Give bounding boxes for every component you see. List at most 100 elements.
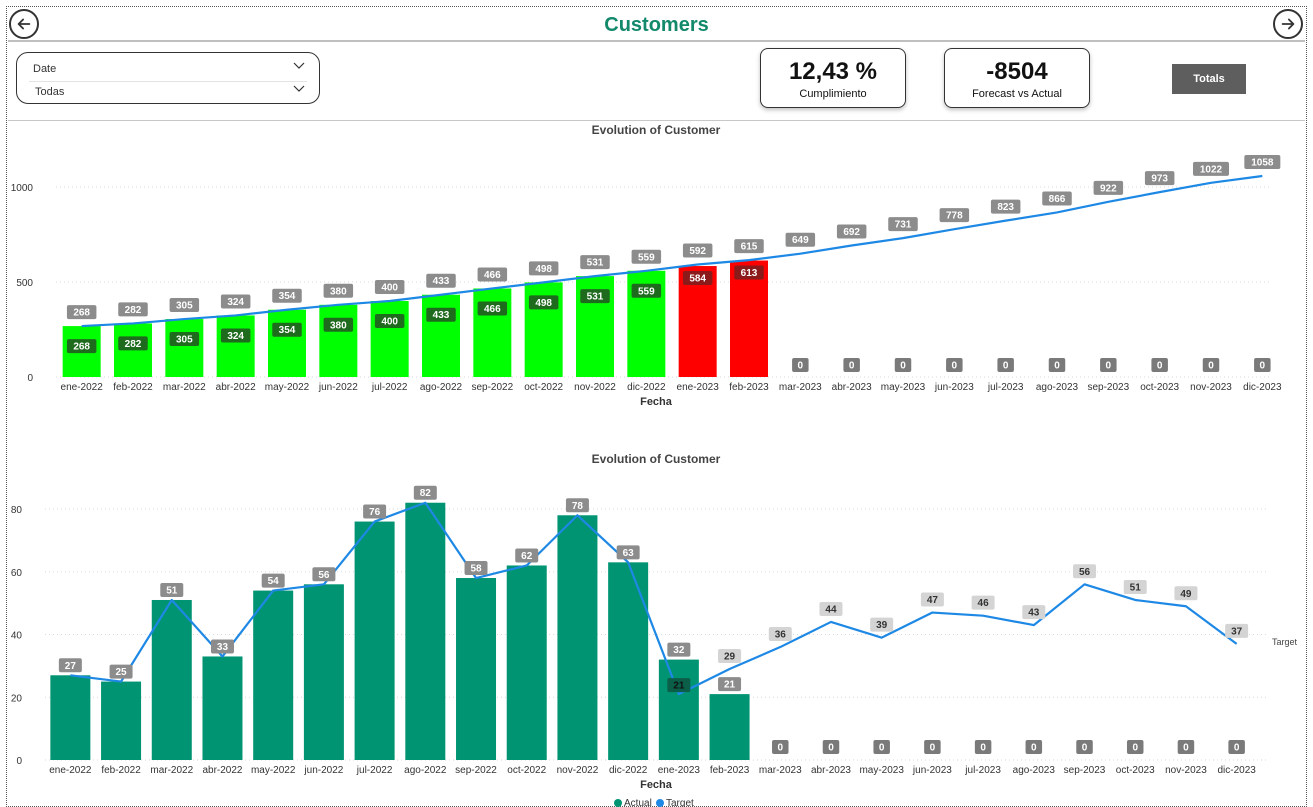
target-data-label: 46 [978,598,990,609]
x-tick-label: ene-2022 [49,765,92,776]
y-tick-label: 20 [11,693,23,704]
x-tick-label: feb-2023 [729,382,769,393]
legend-marker-target [656,799,664,807]
actual-data-label: 305 [176,335,193,346]
bar [658,659,699,760]
actual-data-label: 498 [535,298,552,309]
actual-data-label: 82 [420,488,432,499]
x-tick-label: mar-2023 [759,765,802,776]
x-tick-label: abr-2023 [811,765,851,776]
slicer-dropdown[interactable]: Todas [29,81,307,100]
actual-data-label: 62 [521,551,533,562]
target-data-label: 56 [1079,567,1091,578]
x-tick-label: sep-2022 [471,382,513,393]
x-tick-label: nov-2022 [574,382,616,393]
slicer-value: Todas [35,86,65,98]
x-tick-label: oct-2023 [1140,382,1179,393]
x-tick-label: nov-2022 [557,765,599,776]
bar [319,304,358,377]
x-tick-label: sep-2023 [1064,765,1106,776]
actual-data-label: 354 [279,325,296,336]
target-data-label: 305 [176,301,193,312]
actual-data-label: 0 [1031,743,1037,754]
actual-data-label: 0 [1234,743,1240,754]
actual-data-label: 0 [1082,743,1088,754]
y-tick-label: 1000 [11,183,34,194]
actual-data-label: 433 [433,310,450,321]
target-data-label: 649 [792,235,809,246]
x-tick-label: may-2022 [265,382,310,393]
target-data-label: 380 [330,286,347,297]
x-axis-title: Fecha [640,396,673,408]
target-data-label: 592 [689,246,706,257]
actual-data-label: 21 [724,680,736,691]
actual-data-label: 0 [1157,361,1163,372]
x-tick-label: jun-2022 [318,382,358,393]
target-data-label: 37 [1231,626,1243,637]
actual-data-label: 0 [1208,361,1214,372]
x-tick-label: jun-2023 [934,382,974,393]
actual-data-label: 51 [166,585,178,596]
x-tick-label: ago-2022 [420,382,463,393]
x-tick-label: may-2022 [251,765,296,776]
target-data-label: 36 [775,630,787,641]
kpi-card-cumplimiento: 12,43 % Cumplimiento [760,48,906,108]
x-axis-title: Fecha [640,779,673,791]
actual-data-label: 268 [73,342,90,353]
target-data-label: 1058 [1251,157,1274,168]
actual-data-label: 380 [330,320,347,331]
totals-button[interactable]: Totals [1172,64,1246,94]
x-tick-label: oct-2023 [1116,765,1155,776]
actual-data-label: 78 [572,501,584,512]
actual-data-label: 0 [1260,361,1266,372]
line-end-label: Target [1272,637,1298,647]
actual-data-label: 32 [673,645,685,656]
bar [303,584,344,760]
x-tick-label: mar-2022 [163,382,206,393]
bar [422,294,460,377]
legend-marker-actual [614,799,622,807]
bar [253,590,294,760]
target-data-label: 731 [895,220,912,231]
target-data-label: 559 [638,252,655,263]
actual-data-label: 33 [217,642,229,653]
customer-evolution-chart-monthly: Evolution of Customer 0 20 40 60 80 ene-2022 fe… [11,452,1298,807]
y-tick-label: 80 [11,505,23,516]
x-tick-label: ene-2023 [677,382,720,393]
bar [709,694,750,760]
actual-data-label: 559 [638,286,655,297]
actual-data-label: 0 [900,361,906,372]
kpi-card-forecast-vs-actual: -8504 Forecast vs Actual [944,48,1090,108]
actual-data-label: 613 [741,268,758,279]
title-divider [8,40,1305,42]
target-data-label: 21 [673,681,685,692]
x-tick-label: oct-2022 [507,765,546,776]
x-tick-label: nov-2023 [1190,382,1232,393]
target-data-label: 324 [227,297,244,308]
bar [50,675,91,760]
actual-data-label: 531 [587,292,604,303]
target-data-label: 615 [741,242,758,253]
bar [557,515,598,760]
target-data-label: 47 [927,595,939,606]
chevron-down-icon [293,85,305,92]
x-tick-label: jun-2023 [912,765,952,776]
x-tick-label: mar-2023 [779,382,822,393]
target-data-label: 866 [1049,194,1066,205]
bar [506,565,547,760]
actual-data-label: 0 [777,743,783,754]
chevron-down-icon[interactable] [293,62,305,70]
y-tick-label: 500 [16,278,33,289]
y-tick-label: 0 [27,373,33,384]
actual-data-label: 282 [125,339,142,350]
bar [370,301,409,377]
bar [456,578,497,760]
actual-data-label: 0 [1132,743,1138,754]
x-tick-label: may-2023 [881,382,926,393]
bar [202,656,243,760]
target-line [81,174,1263,328]
target-data-label: 43 [1028,608,1040,619]
date-slicer[interactable]: Date Todas [16,52,320,104]
target-data-label: 282 [125,305,142,316]
target-data-label: 44 [825,604,837,615]
